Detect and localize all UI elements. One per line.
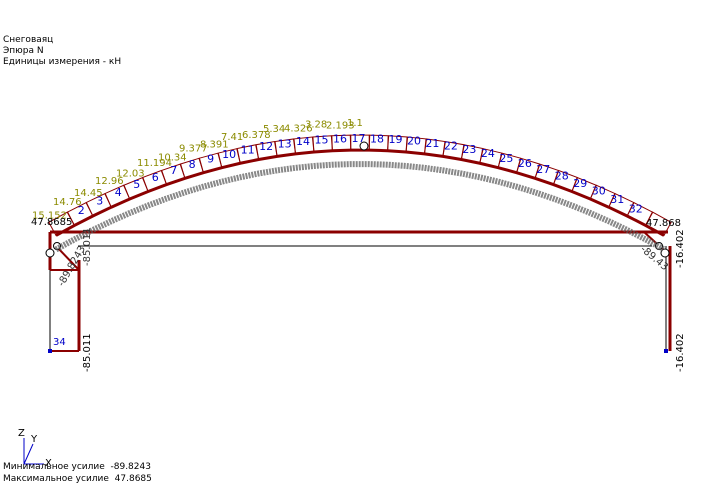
right-side-value: -89.43 <box>638 244 670 273</box>
element-number[interactable]: 9 <box>207 153 214 166</box>
structure-lines <box>48 230 672 353</box>
element-number[interactable]: 15 <box>315 133 329 146</box>
right-top-value: 47.868 <box>646 218 681 229</box>
element-number[interactable]: 29 <box>573 177 587 190</box>
max-force-line: Максимальное усилие 47.8685 <box>3 473 152 485</box>
element-number[interactable]: 22 <box>444 140 458 153</box>
diagram-footer: Минимальное усилие -89.8243 Максимальное… <box>3 461 152 485</box>
element-number[interactable]: 24 <box>481 147 495 160</box>
element-number[interactable]: 4 <box>115 186 122 199</box>
left-column-upper-value: -85.011 <box>82 227 93 266</box>
max-force-label: Максимальное усилие <box>3 474 109 484</box>
element-number[interactable]: 25 <box>499 152 513 165</box>
y-axis-label: Y <box>30 434 38 445</box>
upper-force-value: 1.1 <box>347 118 363 129</box>
right-column-upper-value: -16.402 <box>675 229 686 268</box>
upper-force-value: 14.45 <box>74 188 103 199</box>
element-number[interactable]: 16 <box>333 132 347 145</box>
upper-force-value: 7.41 <box>221 132 243 143</box>
element-number[interactable]: 5 <box>133 178 140 191</box>
element-number[interactable]: 20 <box>407 135 421 148</box>
element-number[interactable]: 18 <box>370 132 384 145</box>
element-number[interactable]: 27 <box>536 163 550 176</box>
min-force-line: Минимальное усилие -89.8243 <box>3 461 152 473</box>
min-force-value: -89.8243 <box>110 462 151 472</box>
upper-force-values: 15.15214.7614.4512.9612.0311.19410.349.3… <box>32 118 363 222</box>
element-number[interactable]: 6 <box>152 171 159 184</box>
right-column-value: -16.402 <box>675 333 686 372</box>
left-column-value: -85.011 <box>82 333 93 372</box>
value-labels: 47.8685 47.868 34 -85.011 -85.011 -16.40… <box>31 217 686 372</box>
upper-force-value: 3.28 <box>305 120 327 131</box>
element-number[interactable]: 8 <box>189 158 196 171</box>
element-number[interactable]: 13 <box>278 137 292 150</box>
element-number[interactable]: 28 <box>555 170 569 183</box>
element-number[interactable]: 26 <box>518 157 532 170</box>
element-number[interactable]: 23 <box>462 143 476 156</box>
element-number[interactable]: 30 <box>592 185 606 198</box>
element-number[interactable]: 12 <box>259 140 273 153</box>
element-number[interactable]: 11 <box>241 144 255 157</box>
min-force-label: Минимальное усилие <box>3 462 105 472</box>
frame-diagram-canvas[interactable]: 234567 8 9 10 11 12 13 14 15 16 17 18 19 20 21 22 23 24 25… <box>0 0 716 487</box>
max-force-value: 47.8685 <box>114 474 152 484</box>
element-number[interactable]: 14 <box>296 135 310 148</box>
axis-triad: Z Y X <box>18 428 52 469</box>
element-number[interactable]: 21 <box>425 137 439 150</box>
right-column-base <box>664 349 668 353</box>
element-number[interactable]: 32 <box>629 202 643 215</box>
element-number[interactable]: 19 <box>389 133 403 146</box>
upper-force-value: 12.03 <box>116 169 145 180</box>
upper-force-value: 5.34 <box>263 124 285 135</box>
element-number[interactable]: 31 <box>610 193 624 206</box>
element-number[interactable]: 17 <box>352 132 366 145</box>
z-axis-label: Z <box>18 428 25 439</box>
